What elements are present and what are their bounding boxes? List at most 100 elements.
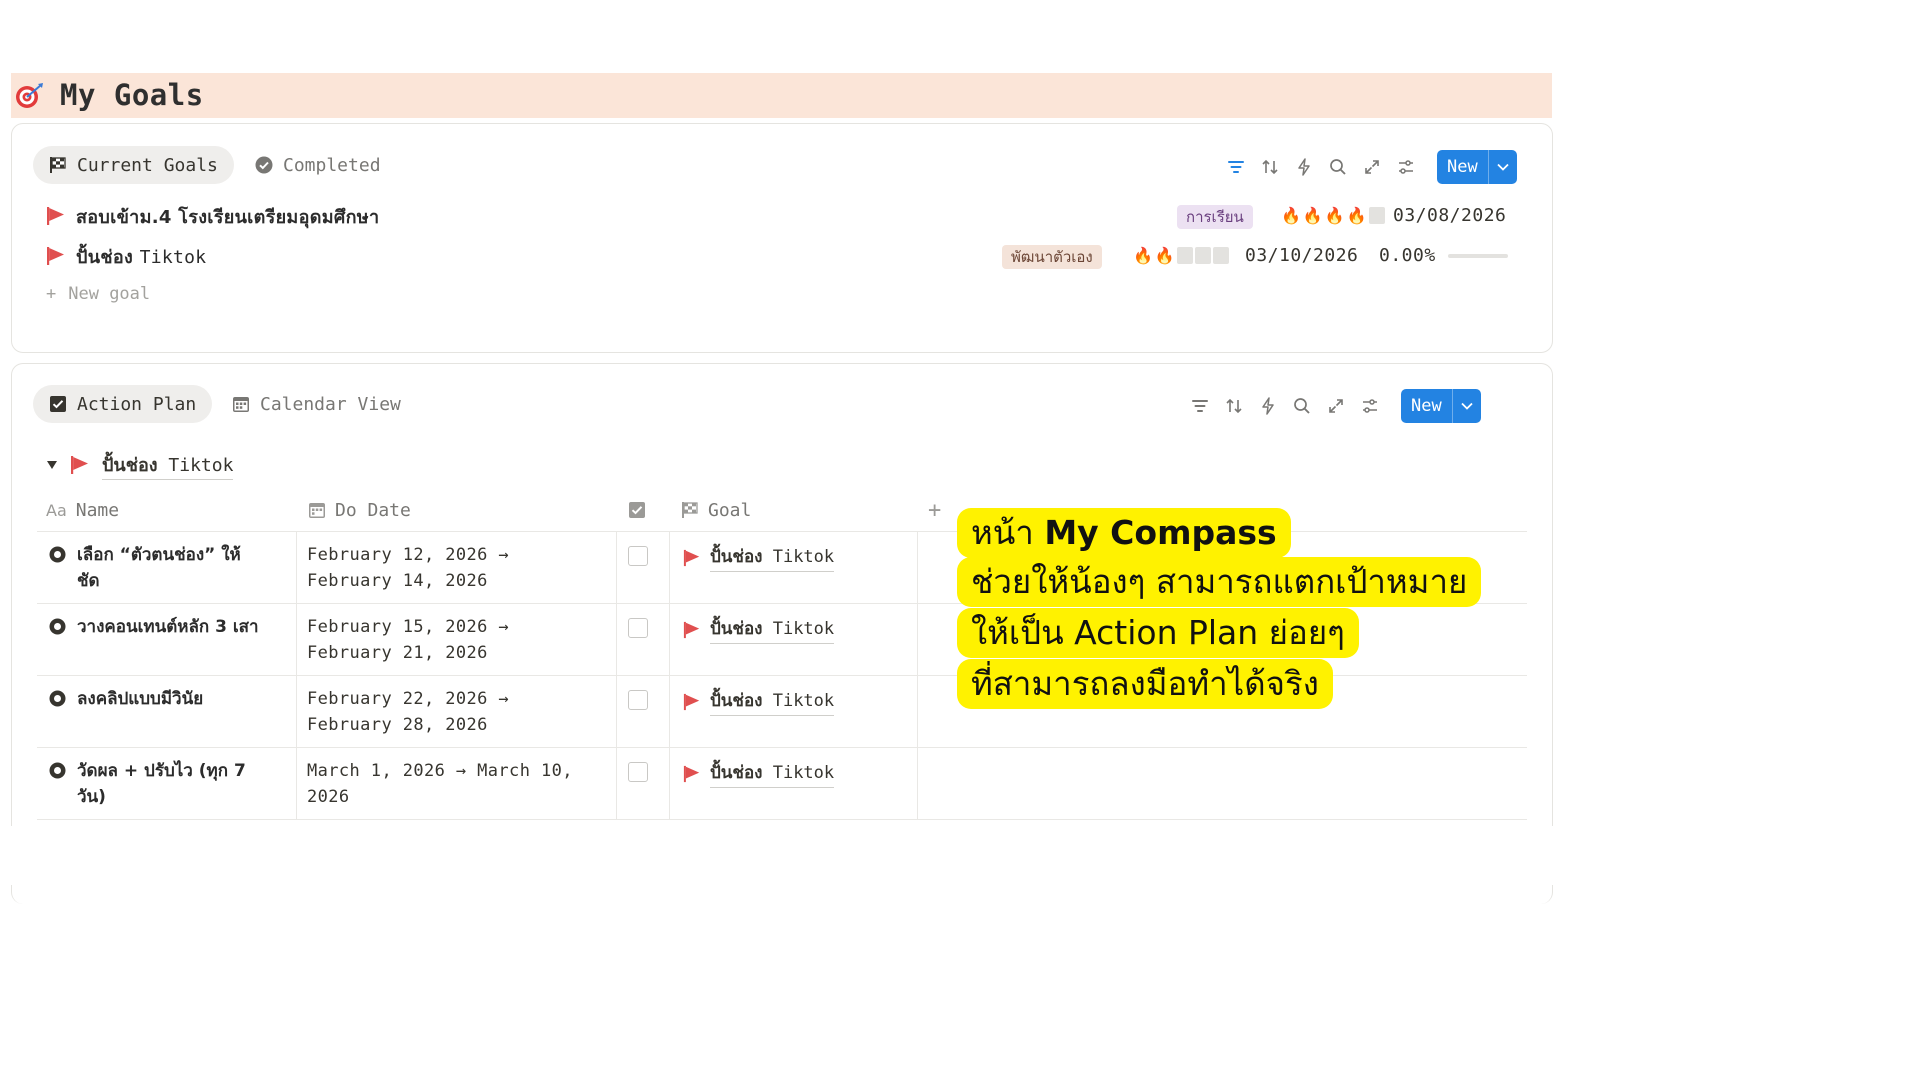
goal-title-thai: ปั้นช่อง [76, 246, 134, 268]
column-header-name[interactable]: Aa Name [46, 498, 119, 522]
goal-row[interactable]: สอบเข้าม.4 โรงเรียนเตรียมอุดมศึกษา [46, 203, 379, 229]
date-line: February 21, 2026 [307, 643, 488, 663]
date-line: February 28, 2026 [307, 715, 488, 735]
expand-icon[interactable] [1319, 389, 1353, 423]
goal-link-thai: ปั้นช่อง [710, 547, 763, 567]
red-flag-icon [71, 456, 88, 474]
table-row-date: February 22, 2026 → February 28, 2026 [307, 686, 607, 738]
table-row-goal[interactable]: ปั้นช่อง Tiktok [683, 543, 835, 572]
sort-icon[interactable] [1217, 389, 1251, 423]
goal-link-latin: Tiktok [772, 619, 835, 639]
checkbox-icon [50, 396, 66, 412]
column-label: Name [75, 499, 120, 521]
table-row-goal[interactable]: ปั้นช่อง Tiktok [683, 687, 835, 716]
new-action-button[interactable]: New [1401, 389, 1481, 423]
table-row-name[interactable]: ลงคลิปแบบมีวินัย [48, 686, 288, 712]
search-icon[interactable] [1321, 150, 1355, 184]
table-row-date: March 1, 2026 → March 10, 2026 [307, 758, 607, 810]
table-divider [37, 531, 1527, 532]
table-divider [37, 819, 1527, 820]
status-circle-icon [49, 618, 66, 635]
empty-fire-slot [1212, 247, 1229, 264]
done-checkbox[interactable] [628, 546, 648, 566]
fire-icon: 🔥 [1133, 246, 1153, 265]
tab-action-plan[interactable]: Action Plan [33, 385, 213, 423]
date-line: 2026 [307, 787, 350, 807]
column-header-done[interactable] [628, 498, 646, 522]
goal-link[interactable]: ปั้นช่อง Tiktok [710, 543, 835, 572]
lightning-icon[interactable] [1287, 150, 1321, 184]
table-row-date: February 15, 2026 → February 21, 2026 [307, 614, 607, 666]
filter-icon[interactable] [1183, 389, 1217, 423]
settings-sliders-icon[interactable] [1353, 389, 1387, 423]
name-line: วัน) [77, 787, 106, 807]
goal-link[interactable]: ปั้นช่อง Tiktok [710, 615, 835, 644]
tab-current-goals[interactable]: Current Goals [33, 146, 234, 184]
goal-title: สอบเข้าม.4 โรงเรียนเตรียมอุดมศึกษา [76, 206, 380, 228]
filter-icon[interactable] [1219, 150, 1253, 184]
category-tag: พัฒนาตัวเอง [1002, 245, 1102, 269]
callout-line-1: หน้า My Compass [957, 508, 1291, 558]
status-circle-icon [49, 546, 66, 563]
done-checkbox[interactable] [628, 762, 648, 782]
lightning-icon[interactable] [1251, 389, 1285, 423]
group-label-latin: Tiktok [168, 455, 234, 476]
status-circle-icon [49, 762, 66, 779]
column-divider [616, 531, 617, 819]
goal-link[interactable]: ปั้นช่อง Tiktok [710, 687, 835, 716]
empty-fire-slot [1176, 247, 1193, 264]
chevron-down-icon[interactable] [1487, 150, 1517, 184]
tab-completed[interactable]: Completed [239, 146, 397, 184]
table-row-name[interactable]: วัดผล + ปรับไว (ทุก 7 วัน) [48, 758, 288, 810]
goal-link-latin: Tiktok [772, 547, 835, 567]
date-line: February 14, 2026 [307, 571, 488, 591]
column-header-goal[interactable]: Goal [681, 498, 751, 522]
red-flag-icon [47, 247, 64, 265]
column-label: Goal [708, 499, 752, 521]
actions-toolbar: New [1183, 389, 1481, 423]
new-button-label: New [1447, 157, 1478, 177]
check-circle-icon [255, 156, 273, 174]
name-line: วางคอนเทนต์หลัก 3 เสา [77, 617, 259, 637]
column-divider [296, 531, 297, 819]
callout-line-3: ให้เป็น Action Plan ย่อยๆ [957, 608, 1359, 658]
goal-date: 03/10/2026 [1245, 245, 1359, 266]
column-header-do-date[interactable]: Do Date [308, 498, 411, 522]
table-row-name[interactable]: เลือก “ตัวตนช่อง” ให้ ชัด [48, 542, 288, 594]
table-row-goal[interactable]: ปั้นช่อง Tiktok [683, 615, 835, 644]
expand-icon[interactable] [1355, 150, 1389, 184]
table-row-name[interactable]: วางคอนเทนต์หลัก 3 เสา [48, 614, 288, 640]
column-divider [917, 531, 918, 819]
settings-sliders-icon[interactable] [1389, 150, 1423, 184]
fire-icon: 🔥 [1324, 206, 1345, 225]
fire-icon: 🔥 [1302, 206, 1323, 225]
callout-line-4: ที่สามารถลงมือทำได้จริง [957, 659, 1333, 709]
calendar-icon [233, 397, 249, 412]
goal-link[interactable]: ปั้นช่อง Tiktok [710, 759, 835, 788]
callout-prefix: หน้า [971, 513, 1045, 552]
sort-icon[interactable] [1253, 150, 1287, 184]
add-column-plus-icon[interactable]: + [928, 498, 941, 523]
table-row-goal[interactable]: ปั้นช่อง Tiktok [683, 759, 835, 788]
checkered-flag-icon [682, 502, 698, 518]
status-circle-icon [49, 690, 66, 707]
checkered-flag-icon [50, 157, 66, 173]
done-checkbox[interactable] [628, 618, 648, 638]
collapse-triangle-icon[interactable] [46, 460, 58, 470]
tab-label: Calendar View [260, 393, 401, 415]
text-property-icon: Aa [46, 500, 67, 520]
goal-link-thai: ปั้นช่อง [710, 691, 763, 711]
tab-calendar-view[interactable]: Calendar View [216, 385, 417, 423]
goal-row[interactable]: ปั้นช่อง Tiktok [46, 243, 206, 269]
chevron-down-icon[interactable] [1451, 389, 1481, 423]
search-icon[interactable] [1285, 389, 1319, 423]
done-checkbox[interactable] [628, 690, 648, 710]
group-header[interactable]: ปั้นช่อง Tiktok [46, 450, 234, 480]
goals-toolbar: New [1219, 150, 1517, 184]
red-flag-icon [683, 693, 700, 710]
new-goal-button[interactable]: New [1437, 150, 1517, 184]
new-goal-row[interactable]: + New goal [46, 284, 150, 304]
empty-fire-slot [1368, 207, 1385, 224]
date-line: February 22, 2026 → [307, 689, 510, 709]
group-label: ปั้นช่อง Tiktok [102, 450, 234, 480]
